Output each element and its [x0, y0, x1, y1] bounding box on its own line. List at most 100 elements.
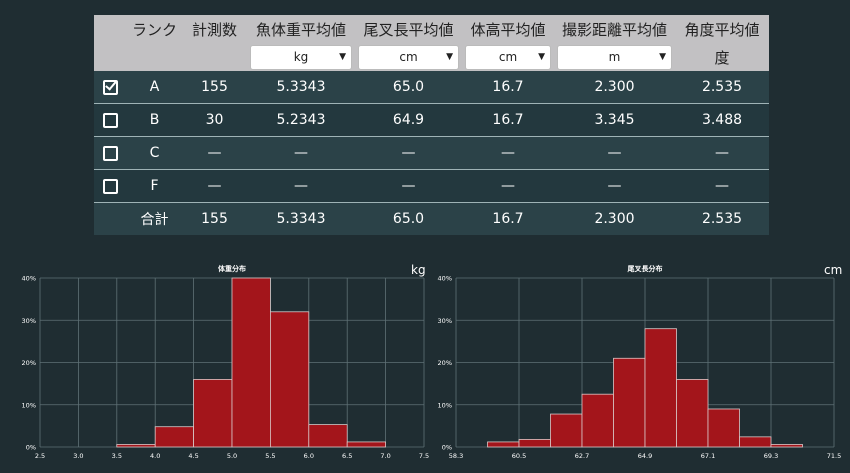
x-tick-label: 6.5 — [342, 452, 352, 460]
distance-unit-select[interactable]: m ▼ — [557, 45, 672, 70]
x-tick-label: 67.1 — [701, 452, 715, 460]
rank-cell: B — [127, 103, 182, 137]
height-cell: 16.7 — [462, 103, 554, 137]
histogram-bar — [518, 438, 551, 448]
weight-cell: — — [247, 136, 355, 170]
y-tick-label: 10% — [438, 401, 452, 409]
length-cell: — — [355, 169, 462, 203]
y-tick-label: 30% — [22, 317, 36, 325]
distance-cell: 3.345 — [554, 103, 675, 137]
x-tick-label: 64.9 — [638, 452, 652, 460]
header-distance: 撮影距離平均値 m ▼ — [554, 15, 675, 71]
histogram-bar — [550, 413, 583, 448]
y-tick-label: 40% — [22, 275, 36, 283]
rank-a-checkbox[interactable] — [103, 79, 118, 95]
weight-histogram: 体重分布 0% 10% 20% 30% 40% 2.5 3.0 3.5 4.0 4.5 5.0 5.5 6… — [15, 260, 430, 465]
height-cell: — — [462, 169, 554, 203]
count-cell: 30 — [182, 103, 247, 137]
chevron-down-icon: ▼ — [538, 52, 545, 62]
table-row: F — — — — — — — [94, 169, 769, 203]
length-cell: — — [355, 136, 462, 170]
y-tick-label: 20% — [438, 359, 452, 367]
histogram-bar — [644, 328, 677, 448]
chart-title: 体重分布 — [218, 264, 246, 273]
rank-cell: A — [127, 71, 182, 104]
height-unit-select[interactable]: cm ▼ — [465, 45, 551, 70]
rank-b-checkbox[interactable] — [103, 112, 118, 128]
x-tick-label: 4.0 — [150, 452, 160, 460]
y-tick-label: 0% — [26, 444, 36, 452]
length-unit-select[interactable]: cm ▼ — [358, 45, 459, 70]
chevron-down-icon: ▼ — [659, 52, 666, 62]
distance-cell: 2.300 — [554, 202, 675, 235]
length-histogram: 尾叉長分布 0% 10% 20% 30% 40% 58.3 60.5 62.7 64.9 67.1 6… — [432, 260, 842, 465]
height-cell: 16.7 — [462, 71, 554, 104]
x-tick-label: 5.0 — [227, 452, 237, 460]
weight-histogram-svg: 体重分布 0% 10% 20% 30% 40% 2.5 3.0 3.5 4.0 4.5 5.0 5.5 6… — [22, 264, 430, 460]
weight-cell: 5.3343 — [247, 202, 355, 235]
header-checkbox-col — [94, 15, 127, 71]
x-tick-label: 4.5 — [188, 452, 198, 460]
length-cell: 65.0 — [355, 71, 462, 104]
histogram-bar — [154, 426, 194, 448]
rank-cell: C — [127, 136, 182, 170]
y-tick-label: 0% — [442, 444, 452, 452]
x-tick-label: 6.0 — [304, 452, 314, 460]
angle-cell: — — [675, 169, 769, 203]
table-header-row: ランク 計測数 魚体重平均値 kg ▼ 尾叉長平均値 cm ▼ 体高平均値 cm ▼ … — [94, 15, 769, 71]
chart-title: 尾叉長分布 — [627, 264, 663, 273]
histogram-bar — [613, 357, 646, 448]
weight-cell: 5.3343 — [247, 71, 355, 104]
chevron-down-icon: ▼ — [446, 52, 453, 62]
x-tick-label: 60.5 — [512, 452, 526, 460]
count-cell: 155 — [182, 71, 247, 104]
histogram-bar — [116, 444, 156, 448]
count-cell: — — [182, 169, 247, 203]
x-tick-label: 5.5 — [265, 452, 275, 460]
y-tick-label: 30% — [438, 317, 452, 325]
histogram-bar — [676, 379, 709, 448]
histogram-bar — [707, 408, 740, 448]
histogram-bar — [193, 379, 233, 448]
header-count: 計測数 — [182, 15, 247, 71]
height-cell: — — [462, 136, 554, 170]
chevron-down-icon: ▼ — [339, 52, 346, 62]
y-tick-label: 10% — [22, 401, 36, 409]
histogram-bar — [739, 436, 772, 448]
histogram-bar — [308, 424, 348, 448]
angle-cell: — — [675, 136, 769, 170]
x-tick-label: 62.7 — [575, 452, 589, 460]
length-cell: 65.0 — [355, 202, 462, 235]
y-tick-label: 40% — [438, 275, 452, 283]
weight-unit-select[interactable]: kg ▼ — [250, 45, 352, 70]
header-rank: ランク — [127, 15, 182, 71]
header-angle: 角度平均値 度 — [675, 15, 769, 71]
x-tick-label: 58.3 — [449, 452, 463, 460]
length-histogram-svg: 尾叉長分布 0% 10% 20% 30% 40% 58.3 60.5 62.7 64.9 67.1 6… — [438, 264, 842, 460]
distance-cell: — — [554, 169, 675, 203]
summary-table: ランク 計測数 魚体重平均値 kg ▼ 尾叉長平均値 cm ▼ 体高平均値 cm ▼ … — [94, 15, 769, 235]
angle-cell: 3.488 — [675, 103, 769, 137]
distance-cell: 2.300 — [554, 71, 675, 104]
header-weight: 魚体重平均値 kg ▼ — [247, 15, 355, 71]
histogram-bar — [770, 444, 803, 448]
x-tick-label: 3.5 — [112, 452, 122, 460]
histogram-bar — [346, 441, 387, 448]
angle-cell: 2.535 — [675, 71, 769, 104]
total-label: 合計 — [127, 202, 182, 235]
height-cell: 16.7 — [462, 202, 554, 235]
weight-unit-label: kg — [411, 263, 426, 277]
length-unit-label: cm — [824, 263, 843, 277]
count-cell: 155 — [182, 202, 247, 235]
x-tick-label: 7.0 — [380, 452, 390, 460]
count-cell: — — [182, 136, 247, 170]
x-tick-label: 69.3 — [764, 452, 778, 460]
header-length: 尾叉長平均値 cm ▼ — [355, 15, 462, 71]
histogram-bar — [269, 311, 310, 448]
rank-f-checkbox[interactable] — [103, 178, 118, 194]
histogram-bar — [581, 393, 614, 448]
table-row: A 155 5.3343 65.0 16.7 2.300 2.535 — [94, 71, 769, 104]
length-cell: 64.9 — [355, 103, 462, 137]
rank-cell: F — [127, 169, 182, 203]
rank-c-checkbox[interactable] — [103, 145, 118, 161]
